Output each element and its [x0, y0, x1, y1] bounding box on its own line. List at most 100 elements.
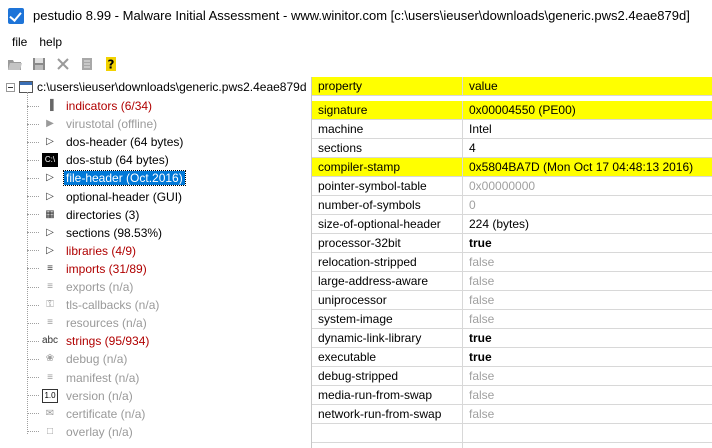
tree-item[interactable]: ✉ certificate (n/a) [27, 405, 147, 423]
tree-item[interactable]: ▷ libraries (4/9) [27, 242, 138, 260]
window-title: pestudio 8.99 - Malware Initial Assessme… [33, 8, 690, 23]
property-cell: pointer-symbol-table [312, 177, 463, 195]
resources-icon: ≡ [47, 317, 53, 329]
tree-item[interactable]: ▷ sections (98.53%) [27, 224, 164, 242]
tree-item-label: dos-header (64 bytes) [66, 135, 184, 150]
arrow-icon: ▷ [46, 172, 54, 184]
tree-item[interactable]: ▷ optional-header (GUI) [27, 188, 184, 206]
tree-item-label: overlay (n/a) [66, 424, 133, 439]
document-icon[interactable] [78, 55, 96, 73]
tree-root-label: c:\users\ieuser\downloads\generic.pws2.4… [37, 80, 307, 94]
close-icon[interactable] [54, 55, 72, 73]
table-row[interactable]: signature 0x00004550 (PE00) [312, 101, 712, 120]
tree-connector [27, 105, 39, 107]
table-row[interactable]: compiler-stamp 0x5804BA7D (Mon Oct 17 04:… [312, 158, 712, 177]
menu-help[interactable]: help [33, 35, 68, 49]
tree-item-label: optional-header (GUI) [66, 189, 183, 204]
collapse-icon[interactable] [6, 82, 15, 92]
tree-connector [27, 232, 39, 234]
table-row[interactable]: relocation-stripped false [312, 253, 712, 272]
tree-item-label: dos-stub (64 bytes) [66, 153, 169, 168]
tree-item-label: resources (n/a) [66, 316, 147, 331]
property-cell: debug-stripped [312, 367, 463, 385]
bug-icon: ❀ [45, 353, 55, 365]
property-cell [312, 424, 463, 442]
arrow-icon: ▷ [46, 136, 54, 148]
property-cell: executable [312, 348, 463, 366]
tree-item[interactable]: ❀ debug (n/a) [27, 350, 129, 368]
certificate-icon: ✉ [45, 407, 55, 419]
tree-item[interactable]: ▦ directories (3) [27, 206, 141, 224]
table-row[interactable]: processor-32bit true [312, 234, 712, 253]
value-cell: true [469, 350, 492, 364]
exports-icon: ≡ [47, 281, 53, 292]
tree-item[interactable]: ≡ resources (n/a) [27, 314, 149, 332]
tree-item-label: strings (95/934) [66, 334, 150, 349]
help-icon[interactable]: ? [102, 55, 120, 73]
property-cell: dynamic-link-library [312, 329, 463, 347]
save-icon[interactable] [30, 55, 48, 73]
arrow-icon: ▷ [46, 226, 54, 238]
table-header: property value [312, 77, 712, 96]
property-cell: system-image [312, 310, 463, 328]
tree-item-label: file-header (Oct.2016) [63, 170, 186, 187]
value-cell: 0x00004550 (PE00) [469, 103, 576, 117]
tree-item[interactable]: ≡ exports (n/a) [27, 278, 135, 296]
table-row[interactable]: debug-stripped false [312, 367, 712, 386]
tree-connector [27, 196, 39, 197]
tree-item[interactable]: ▷ dos-header (64 bytes) [27, 133, 185, 151]
tree-item[interactable]: abc strings (95/934) [27, 332, 151, 350]
tree-item[interactable]: ▶ virustotal (offline) [27, 115, 159, 133]
property-cell: size-of-optional-header [312, 215, 463, 233]
tree-item[interactable]: □ overlay (n/a) [27, 423, 135, 441]
value-cell: false [469, 293, 495, 307]
tree-item-label: sections (98.53%) [66, 225, 163, 240]
tree-item-label: exports (n/a) [66, 280, 134, 294]
menu-bar: file help [0, 31, 712, 52]
value-cell: true [469, 331, 492, 345]
tree-item[interactable]: ▷ file-header (Oct.2016) [27, 169, 186, 187]
tree-view[interactable]: c:\users\ieuser\downloads\generic.pws2.4… [6, 76, 309, 448]
property-cell: large-address-aware [312, 272, 463, 290]
tree-connector [27, 123, 39, 125]
tree-root[interactable]: c:\users\ieuser\downloads\generic.pws2.4… [6, 78, 307, 96]
table-row[interactable]: uniprocessor false [312, 291, 712, 310]
table-row[interactable] [312, 443, 712, 448]
table-row[interactable]: number-of-symbols 0 [312, 196, 712, 215]
virustotal-icon: ▶ [46, 118, 54, 130]
value-cell: 224 (bytes) [469, 217, 530, 231]
tree-item[interactable]: ▐ indicators (6/34) [27, 97, 154, 115]
tree-connector [27, 304, 39, 306]
column-header-property[interactable]: property [312, 77, 463, 95]
tree-item[interactable]: 1.0 version (n/a) [27, 387, 135, 405]
table-row[interactable]: dynamic-link-library true [312, 329, 712, 348]
tree-connector [27, 141, 39, 143]
table-row[interactable]: media-run-from-swap false [312, 386, 712, 405]
tree-connector [27, 377, 39, 378]
table-row[interactable]: machine Intel [312, 120, 712, 139]
tree-item-label: tls-callbacks (n/a) [66, 298, 160, 313]
tree-item[interactable]: ≡ manifest (n/a) [27, 369, 141, 387]
table-row[interactable]: executable true [312, 348, 712, 367]
table-row[interactable]: sections 4 [312, 139, 712, 158]
column-header-value[interactable]: value [463, 77, 712, 95]
open-icon[interactable] [6, 55, 24, 73]
tree-item-label: debug (n/a) [66, 352, 128, 367]
tree-item[interactable]: ⚿ tls-callbacks (n/a) [27, 296, 161, 314]
tree-item[interactable]: C:\ dos-stub (64 bytes) [27, 151, 171, 169]
property-cell: sections [312, 139, 463, 157]
tree-item-label: libraries (4/9) [66, 243, 137, 258]
table-row[interactable]: large-address-aware false [312, 272, 712, 291]
table-row[interactable] [312, 424, 712, 443]
property-cell: media-run-from-swap [312, 386, 463, 404]
menu-file[interactable]: file [6, 35, 33, 49]
property-table: property value signature 0x00004550 (PE00… [311, 77, 712, 448]
table-row[interactable]: system-image false [312, 310, 712, 329]
table-row[interactable]: pointer-symbol-table 0x00000000 [312, 177, 712, 196]
tree-item[interactable]: ≡ imports (31/89) [27, 260, 149, 278]
property-cell: network-run-from-swap [312, 405, 463, 423]
table-row[interactable]: network-run-from-swap false [312, 405, 712, 424]
value-cell: false [469, 274, 495, 288]
value-cell: 4 [469, 141, 476, 155]
table-row[interactable]: size-of-optional-header 224 (bytes) [312, 215, 712, 234]
